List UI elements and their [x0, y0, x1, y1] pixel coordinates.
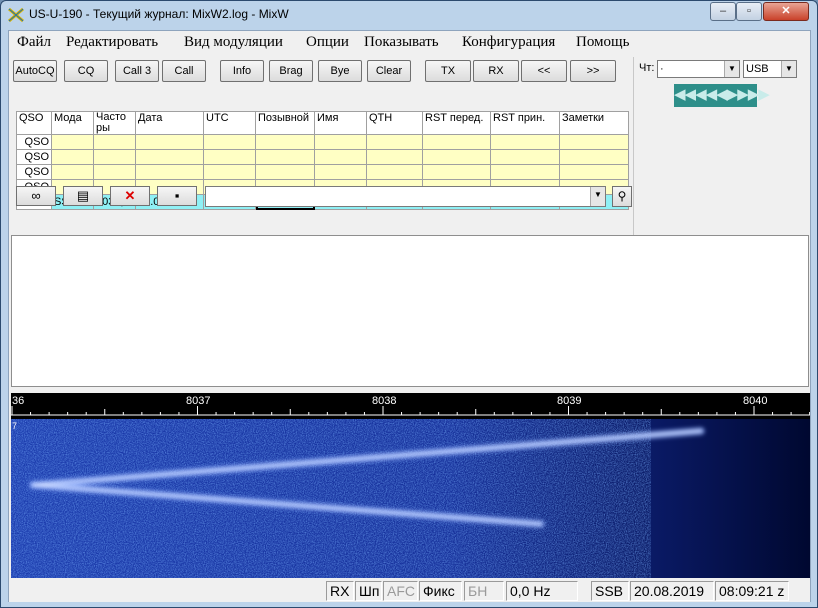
table-row[interactable]: QSO	[16, 164, 629, 180]
status-squelch[interactable]: Шп	[355, 581, 382, 601]
log-action-row: ∞ ▤ ✕ ▪ ▼ ⚲	[9, 186, 634, 212]
brag-button[interactable]: Brag	[269, 60, 313, 82]
col-name[interactable]: Имя	[314, 111, 367, 135]
log-header-row: QSO Мода Часто ры Дата UTC Позывной Имя …	[16, 111, 629, 135]
col-mode[interactable]: Мода	[51, 111, 94, 135]
call-button[interactable]: Call	[162, 60, 206, 82]
clear-button[interactable]: Clear	[367, 60, 411, 82]
col-rst-sent[interactable]: RST перед.	[422, 111, 491, 135]
save-button[interactable]: ▪	[157, 186, 197, 206]
waterfall-spectrogram[interactable]: 7	[11, 419, 810, 578]
rx-button[interactable]: RX	[473, 60, 519, 82]
waterfall-panel[interactable]: 36 8037 8038 8039 8040 7	[11, 393, 810, 578]
search-icon: ⚲	[617, 189, 627, 203]
client-area: Файл Редактировать Вид модуляции Опции П…	[8, 30, 811, 602]
ruler-label: 8038	[372, 395, 396, 407]
callsign-combo[interactable]: ▼	[205, 186, 606, 207]
macro-toolbar: AutoCQ CQ Call 3 Call Info Brag Bye Clea…	[9, 57, 634, 87]
status-fix[interactable]: Фикс	[419, 581, 462, 601]
status-offset: 0,0 Hz	[506, 581, 578, 601]
chevron-down-icon[interactable]: ▼	[724, 61, 739, 77]
ruler-label: 8037	[186, 395, 210, 407]
close-icon: ✕	[124, 188, 136, 203]
menu-options[interactable]: Опции	[306, 34, 349, 51]
minimize-button[interactable]: ‒	[710, 2, 736, 21]
menu-file[interactable]: Файл	[17, 34, 51, 51]
waterfall-marker: 7	[12, 421, 17, 431]
col-qth[interactable]: QTH	[366, 111, 423, 135]
col-rst-rcvd[interactable]: RST прин.	[490, 111, 560, 135]
menu-modulation[interactable]: Вид модуляции	[184, 34, 283, 51]
col-qso[interactable]: QSO	[16, 111, 52, 135]
status-afc[interactable]: AFC	[383, 581, 418, 601]
mode-combo[interactable]: USB ▼	[743, 60, 797, 78]
menu-view[interactable]: Показывать	[364, 34, 439, 51]
next-button[interactable]: >>	[570, 60, 616, 82]
tx-button[interactable]: TX	[425, 60, 471, 82]
mode-combo-value: USB	[746, 63, 769, 75]
info-button[interactable]: Info	[220, 60, 264, 82]
col-notes[interactable]: Заметки	[559, 111, 629, 135]
log-book-icon: ▤	[76, 188, 90, 203]
delete-button[interactable]: ✕	[110, 186, 150, 206]
col-date[interactable]: Дата	[135, 111, 204, 135]
right-panel: Чт: · ▼ USB ▼ ◀◀◀◀◀▶▶▶▶	[633, 57, 800, 255]
ruler-label: 36	[12, 395, 24, 407]
chevron-down-icon[interactable]: ▼	[590, 187, 605, 206]
status-rx[interactable]: RX	[326, 581, 354, 601]
status-mode[interactable]: SSB	[591, 581, 629, 601]
ruler-label: 8040	[743, 395, 767, 407]
maximize-button[interactable]: ▫	[736, 2, 762, 21]
prev-button[interactable]: <<	[521, 60, 567, 82]
frequency-ruler[interactable]: 36 8037 8038 8039 8040	[11, 393, 810, 419]
col-freq[interactable]: Часто ры	[93, 111, 136, 135]
binoculars-icon: ∞	[31, 188, 41, 203]
save-to-log-button[interactable]: ▤	[63, 186, 103, 206]
receive-text-panel[interactable]	[11, 235, 809, 387]
status-bar: RX Шп AFC Фикс БН 0,0 Hz SSB 20.08.2019 …	[9, 580, 810, 602]
table-row[interactable]: QSO	[16, 134, 629, 150]
col-utc[interactable]: UTC	[203, 111, 256, 135]
bye-button[interactable]: Bye	[318, 60, 362, 82]
lookup-button[interactable]: ∞	[16, 186, 56, 206]
table-row[interactable]: QSO	[16, 149, 629, 165]
status-time: 08:09:21 z	[715, 581, 789, 601]
floppy-disk-icon: ▪	[174, 188, 180, 203]
search-button[interactable]: ⚲	[612, 186, 632, 207]
channel-label: Чт:	[639, 62, 655, 74]
status-date: 20.08.2019	[630, 581, 714, 601]
app-window: US-U-190 - Текущий журнал: MixW2.log - M…	[0, 0, 818, 608]
menu-configuration[interactable]: Конфигурация	[462, 34, 555, 51]
mixw-app-icon	[8, 7, 24, 23]
autocq-button[interactable]: AutoCQ	[13, 60, 57, 82]
menu-help[interactable]: Помощь	[576, 34, 629, 51]
channel-combo-value: ·	[660, 63, 664, 75]
menu-bar: Файл Редактировать Вид модуляции Опции П…	[9, 31, 810, 55]
close-button[interactable]: ✕	[763, 2, 809, 21]
title-bar: US-U-190 - Текущий журнал: MixW2.log - M…	[1, 1, 817, 29]
tune-arrows-control[interactable]: ◀◀◀◀◀▶▶▶▶	[674, 84, 770, 107]
cq-button[interactable]: CQ	[64, 60, 108, 82]
col-call[interactable]: Позывной	[255, 111, 315, 135]
chevron-down-icon[interactable]: ▼	[781, 61, 796, 77]
channel-combo[interactable]: · ▼	[657, 60, 740, 78]
status-bn[interactable]: БН	[464, 581, 504, 601]
ruler-label: 8039	[557, 395, 581, 407]
menu-edit[interactable]: Редактировать	[66, 34, 158, 51]
call3-button[interactable]: Call 3	[115, 60, 159, 82]
window-title: US-U-190 - Текущий журнал: MixW2.log - M…	[29, 7, 289, 21]
